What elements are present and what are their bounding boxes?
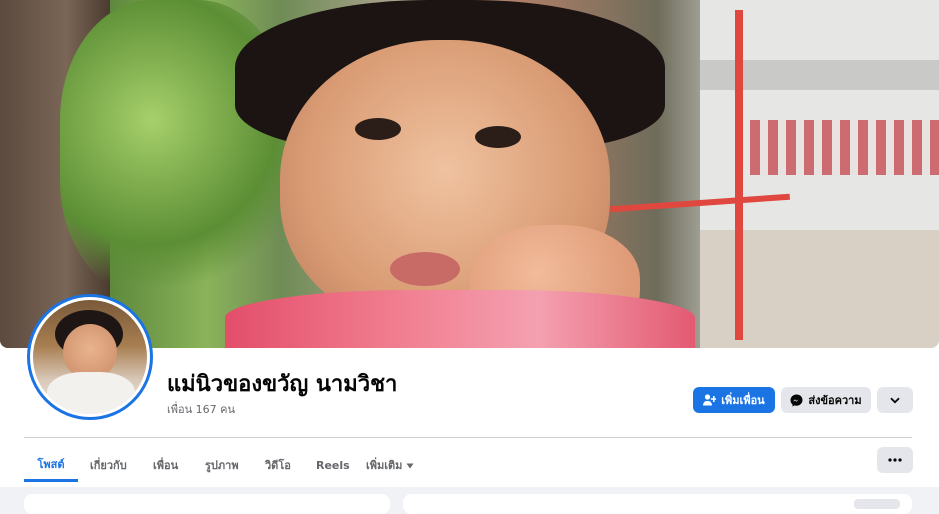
tab-photos[interactable]: รูปภาพ <box>205 448 239 482</box>
caret-down-icon <box>406 459 414 472</box>
header-divider <box>24 437 912 438</box>
person-plus-icon <box>703 394 717 406</box>
tab-friends-label: เพื่อน <box>153 459 179 472</box>
add-friend-label: เพิ่มเพื่อน <box>721 394 765 407</box>
profile-name: แม่นิวของขวัญ นามวิชา <box>167 372 398 397</box>
tab-more-label: เพิ่มเติม <box>366 459 403 472</box>
ellipsis-icon <box>888 458 902 462</box>
send-message-label: ส่งข้อความ <box>808 394 862 407</box>
feed-card <box>403 494 912 514</box>
intro-card <box>24 494 390 514</box>
messenger-icon <box>790 394 803 407</box>
cover-child-mouth <box>390 252 460 286</box>
add-friend-button[interactable]: เพิ่มเพื่อน <box>693 387 775 413</box>
tab-posts[interactable]: โพสต์ <box>24 448 78 482</box>
friends-count[interactable]: เพื่อน 167 คน <box>167 400 235 418</box>
tab-more[interactable]: เพิ่มเติม <box>366 448 414 482</box>
cover-child-eye-left <box>355 118 401 140</box>
feed-card-filter-chip[interactable] <box>854 499 900 509</box>
tab-photos-label: รูปภาพ <box>205 459 239 472</box>
tab-posts-label: โพสต์ <box>37 457 65 471</box>
cover-child-shirt <box>225 290 695 348</box>
cover-fence <box>750 120 939 175</box>
send-message-button[interactable]: ส่งข้อความ <box>781 387 871 413</box>
avatar-shirt <box>47 372 135 414</box>
cover-photo[interactable] <box>0 0 939 348</box>
tabs-more-options-button[interactable] <box>877 447 913 473</box>
tab-reels[interactable]: Reels <box>316 448 350 482</box>
tab-reels-label: Reels <box>316 458 350 472</box>
tab-videos[interactable]: วิดีโอ <box>265 448 291 482</box>
tab-friends[interactable]: เพื่อน <box>153 448 178 482</box>
chevron-down-icon <box>890 397 900 404</box>
cover-rail <box>735 10 743 340</box>
profile-avatar[interactable] <box>27 294 153 420</box>
tab-videos-label: วิดีโอ <box>265 459 291 472</box>
profile-options-button[interactable] <box>877 387 913 413</box>
cover-child-eye-right <box>475 126 521 148</box>
tab-about[interactable]: เกี่ยวกับ <box>90 448 127 482</box>
tab-about-label: เกี่ยวกับ <box>90 459 127 472</box>
avatar-photo <box>33 300 147 414</box>
